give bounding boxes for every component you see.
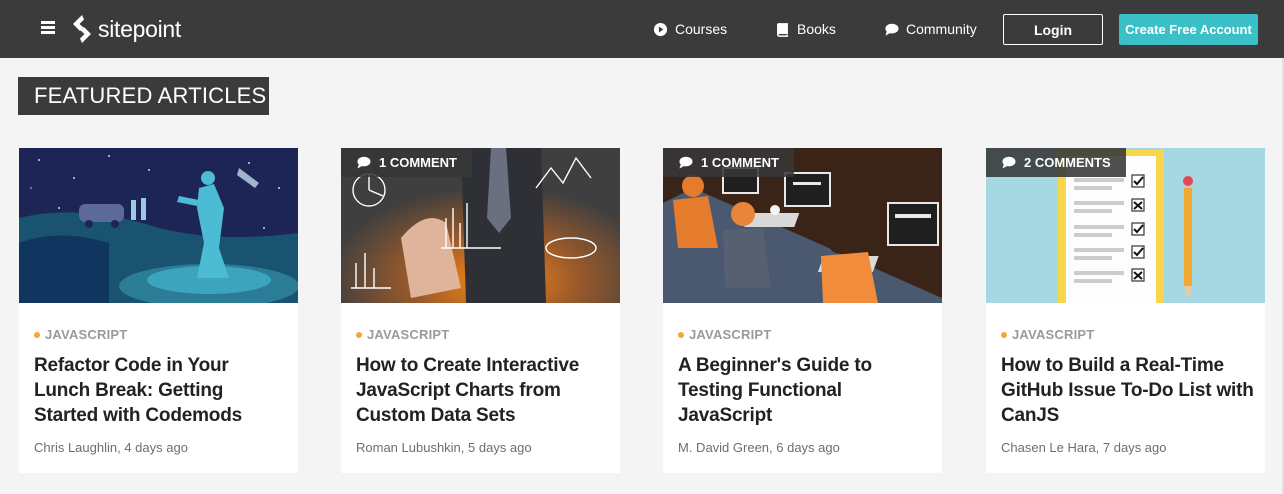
article-title[interactable]: Refactor Code in Your Lunch Break: Getti…	[34, 353, 289, 428]
nav-link-label: Community	[906, 21, 977, 37]
article-meta: Chasen Le Hara, 7 days ago	[1001, 440, 1167, 455]
article-card[interactable]: 1 COMMENT JAVASCRIPT A Beginner's Guide …	[663, 148, 942, 473]
category-label: JAVASCRIPT	[1012, 327, 1095, 342]
article-thumbnail[interactable]: 2 COMMENTS	[986, 148, 1265, 303]
section-heading: FEATURED ARTICLES	[18, 77, 269, 115]
article-card[interactable]: 1 COMMENT JAVASCRIPT How to Create Inter…	[341, 148, 620, 473]
article-thumbnail[interactable]	[19, 148, 298, 303]
site-logo[interactable]: sitepoint	[70, 14, 181, 44]
comment-icon	[357, 156, 371, 169]
category-dot	[1001, 331, 1007, 338]
comment-icon	[679, 156, 693, 169]
nav-link-courses[interactable]: Courses	[653, 19, 727, 39]
nav-link-books[interactable]: Books	[775, 19, 836, 39]
night-statue-illustration	[19, 148, 298, 303]
nav-link-label: Courses	[675, 21, 728, 37]
article-meta: Chris Laughlin, 4 days ago	[34, 440, 188, 455]
sitepoint-logo-icon	[73, 15, 91, 43]
article-title[interactable]: How to Build a Real-Time GitHub Issue To…	[1001, 353, 1256, 428]
create-account-button[interactable]: Create Free Account	[1119, 14, 1258, 45]
article-card[interactable]: JAVASCRIPT Refactor Code in Your Lunch B…	[19, 148, 298, 473]
nav-link-community[interactable]: Community	[884, 19, 977, 39]
article-title[interactable]: A Beginner's Guide to Testing Functional…	[678, 353, 933, 428]
top-navigation: sitepoint Courses Books Community Login …	[0, 0, 1284, 58]
comment-count-badge[interactable]: 1 COMMENT	[341, 148, 472, 177]
article-card[interactable]: 2 COMMENTS JAVASCRIPT How to Build a Rea…	[986, 148, 1265, 473]
chat-bubble-icon	[885, 23, 899, 36]
category-label: JAVASCRIPT	[367, 327, 450, 342]
book-icon	[777, 22, 788, 37]
category-dot	[678, 331, 684, 338]
comment-count-badge[interactable]: 2 COMMENTS	[986, 148, 1126, 177]
article-category[interactable]: JAVASCRIPT	[34, 327, 127, 342]
article-category[interactable]: JAVASCRIPT	[356, 327, 449, 342]
category-dot	[356, 331, 362, 338]
comment-count: 1 COMMENT	[701, 155, 779, 170]
article-title[interactable]: How to Create Interactive JavaScript Cha…	[356, 353, 611, 428]
logo-text: sitepoint	[98, 15, 181, 42]
menu-icon[interactable]	[41, 21, 55, 35]
article-category[interactable]: JAVASCRIPT	[678, 327, 771, 342]
nav-link-label: Books	[797, 21, 836, 37]
comment-count-badge[interactable]: 1 COMMENT	[663, 148, 794, 177]
login-button[interactable]: Login	[1003, 14, 1103, 45]
category-label: JAVASCRIPT	[45, 327, 128, 342]
category-dot	[34, 331, 40, 338]
comment-icon	[1002, 156, 1016, 169]
article-category[interactable]: JAVASCRIPT	[1001, 327, 1094, 342]
article-meta: Roman Lubushkin, 5 days ago	[356, 440, 532, 455]
article-thumbnail[interactable]: 1 COMMENT	[663, 148, 942, 303]
comment-count: 2 COMMENTS	[1024, 155, 1111, 170]
play-circle-icon	[653, 22, 668, 36]
article-thumbnail[interactable]: 1 COMMENT	[341, 148, 620, 303]
article-meta: M. David Green, 6 days ago	[678, 440, 840, 455]
category-label: JAVASCRIPT	[689, 327, 772, 342]
comment-count: 1 COMMENT	[379, 155, 457, 170]
